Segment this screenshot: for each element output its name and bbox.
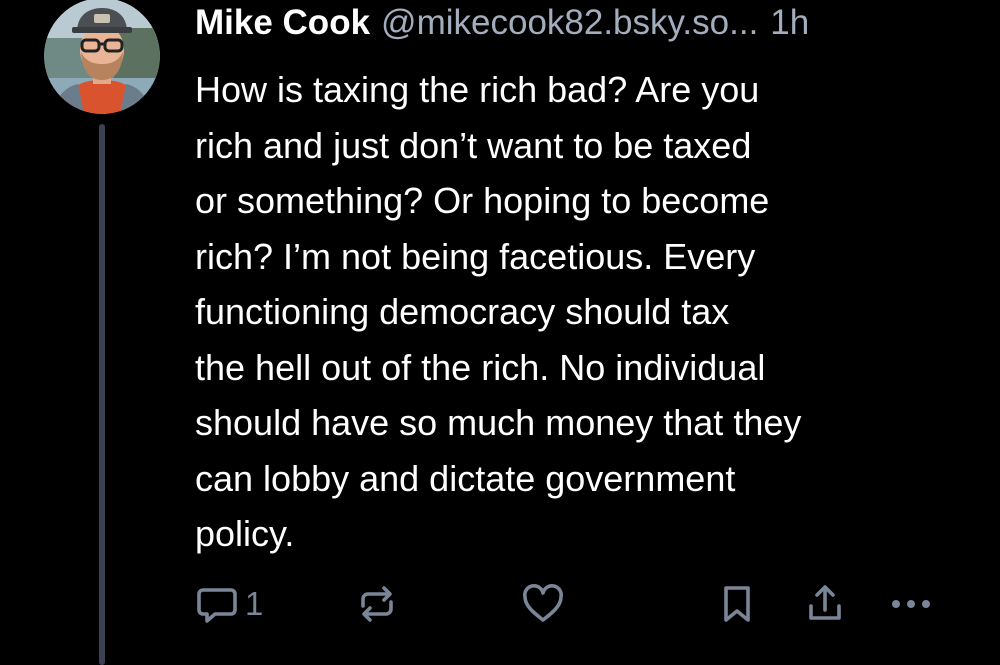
post-time[interactable]: 1h	[770, 3, 809, 43]
share-upload-icon	[805, 582, 845, 626]
reply-button[interactable]: 1	[195, 580, 263, 628]
heart-icon	[520, 582, 566, 626]
post-text-line: can lobby and dictate government	[195, 457, 736, 499]
ellipsis-icon	[887, 582, 935, 626]
post-text-line: How is taxing the rich bad? Are you	[195, 69, 760, 110]
post-text-line: or something? Or hoping to become	[195, 180, 770, 221]
avatar-column	[44, 0, 162, 665]
post-text-line: the hell out of the rich. No individual	[195, 346, 766, 388]
post-text-line: should have so much money that they	[195, 402, 802, 443]
post-text-line: functioning democracy should tax	[195, 291, 730, 332]
post-text-line: rich? I’m not being facetious. Every	[195, 235, 756, 277]
post-text-line: rich and just don’t want to be taxed	[195, 124, 752, 166]
post: Mike Cook @mikecook82.bsky.so... 1h How …	[0, 0, 1000, 665]
post-text: How is taxing the rich bad? Are you rich…	[195, 62, 975, 562]
share-button[interactable]	[805, 580, 845, 628]
bookmark-icon	[717, 582, 757, 626]
repost-arrows-icon	[355, 582, 399, 626]
thread-line	[99, 124, 105, 665]
author-handle[interactable]: @mikecook82.bsky.so...	[381, 3, 758, 43]
avatar[interactable]	[44, 0, 160, 114]
reply-count: 1	[245, 585, 264, 622]
post-actions: 1	[195, 580, 955, 628]
repost-button[interactable]	[355, 580, 399, 628]
like-button[interactable]	[520, 580, 566, 628]
more-options-button[interactable]	[887, 580, 935, 628]
post-text-line: policy.	[195, 513, 295, 554]
post-header: Mike Cook @mikecook82.bsky.so... 1h	[195, 3, 809, 43]
author-name[interactable]: Mike Cook	[195, 3, 370, 43]
bookmark-button[interactable]	[717, 580, 757, 628]
speech-bubble-icon	[195, 582, 239, 626]
